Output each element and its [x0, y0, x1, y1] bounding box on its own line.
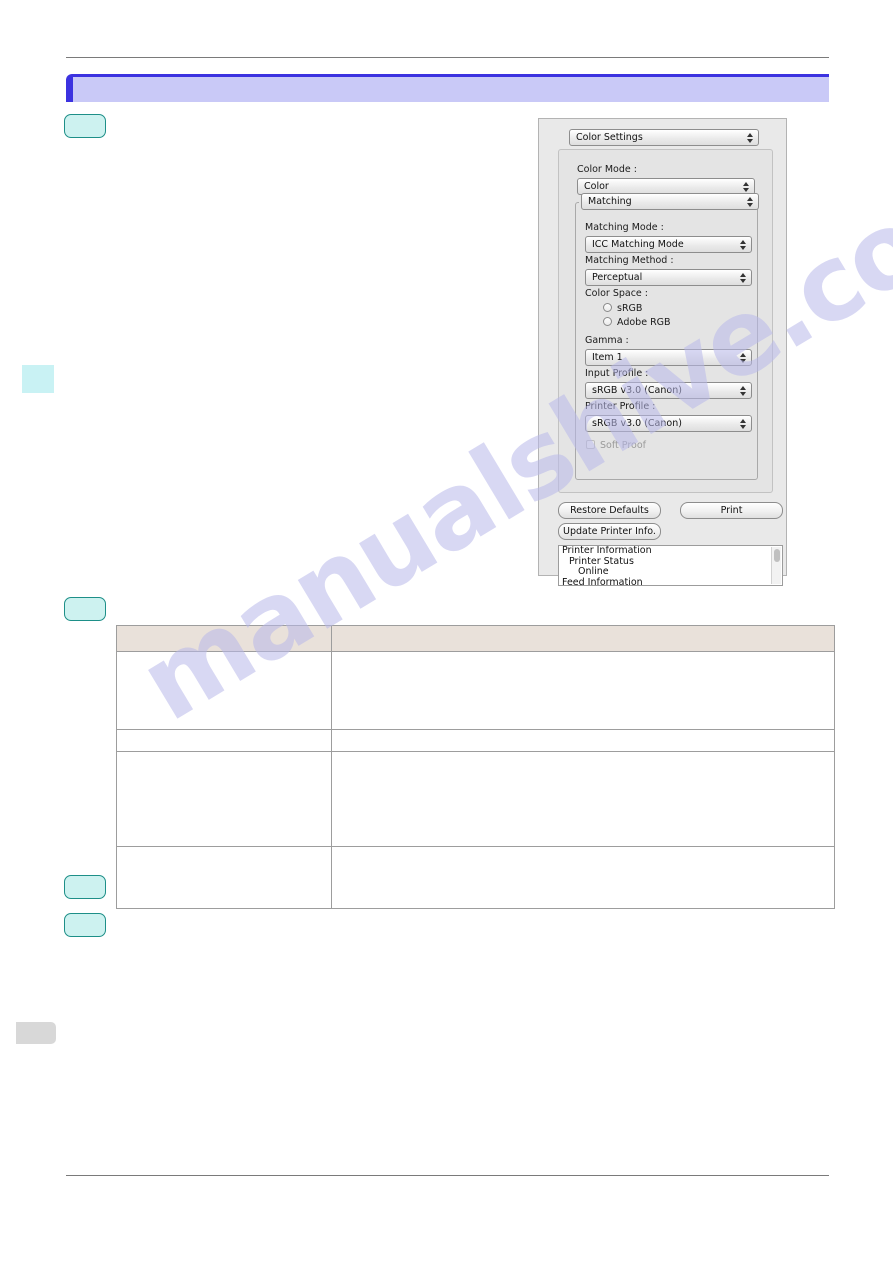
table-cell: [116, 729, 332, 752]
matching-method-popup[interactable]: Perceptual: [585, 269, 752, 286]
print-dialog: Color Settings Color Mode : Color Matchi…: [538, 118, 787, 586]
matching-method-value: Perceptual: [592, 272, 643, 283]
printer-profile-value: sRGB v3.0 (Canon): [592, 418, 682, 429]
updown-arrows-icon: [740, 352, 747, 364]
color-mode-value: Color: [584, 181, 609, 192]
step-badge-2: [64, 597, 106, 621]
checkbox-icon: [586, 440, 595, 449]
table-cell: [331, 651, 835, 730]
printer-info-line: Printer Information: [562, 545, 652, 556]
scrollbar-thumb[interactable]: [773, 549, 780, 562]
pane-selector-value: Color Settings: [576, 132, 643, 143]
section-heading-title: [73, 77, 829, 85]
soft-proof-checkbox: Soft Proof: [586, 440, 646, 451]
updown-arrows-icon: [740, 239, 747, 251]
updown-arrows-icon: [743, 181, 750, 193]
table-cell: [116, 751, 332, 847]
color-space-radio-srgb[interactable]: sRGB: [603, 303, 642, 314]
soft-proof-label: Soft Proof: [600, 440, 646, 451]
matching-mode-popup[interactable]: ICC Matching Mode: [585, 236, 752, 253]
print-button[interactable]: Print: [680, 502, 783, 519]
table-row: [116, 729, 835, 752]
gamma-label: Gamma :: [585, 335, 629, 346]
table-cell: [116, 846, 332, 909]
matching-popup-value: Matching: [588, 196, 632, 207]
updown-arrows-icon: [747, 196, 754, 208]
color-space-label: Color Space :: [585, 288, 648, 299]
printer-information-list[interactable]: Printer Information Printer Status Onlin…: [558, 545, 783, 586]
table-cell: [116, 651, 332, 730]
page-top-rule: [66, 57, 829, 58]
table-header-row: [116, 625, 835, 652]
updown-arrows-icon: [740, 385, 747, 397]
table-row: [116, 846, 835, 909]
restore-defaults-button[interactable]: Restore Defaults: [558, 502, 661, 519]
matching-mode-value: ICC Matching Mode: [592, 239, 684, 250]
table-header-cell: [331, 625, 835, 652]
radio-button-icon: [603, 303, 612, 312]
table-header-cell: [116, 625, 332, 652]
step-badge-3: [64, 875, 106, 899]
page-bottom-rule: [66, 1175, 829, 1176]
step-badge-1: [64, 114, 106, 138]
color-space-radio-adobergb[interactable]: Adobe RGB: [603, 317, 671, 328]
input-profile-label: Input Profile :: [585, 368, 649, 379]
printer-profile-label: Printer Profile :: [585, 401, 656, 412]
gamma-popup[interactable]: Item 1: [585, 349, 752, 366]
color-space-srgb-label: sRGB: [617, 303, 643, 314]
gamma-value: Item 1: [592, 352, 623, 363]
updown-arrows-icon: [740, 272, 747, 284]
table-cell: [331, 729, 835, 752]
table-row: [116, 751, 835, 847]
pane-selector-popup[interactable]: Color Settings: [569, 129, 759, 146]
radio-button-icon: [603, 317, 612, 326]
margin-tab-chapter: [22, 365, 54, 393]
input-profile-value: sRGB v3.0 (Canon): [592, 385, 682, 396]
margin-tab-page-number: [16, 1022, 56, 1044]
color-settings-panel: Color Mode : Color Matching Matching Mod…: [558, 149, 773, 493]
matching-popup[interactable]: Matching: [581, 193, 759, 210]
printer-profile-popup[interactable]: sRGB v3.0 (Canon): [585, 415, 752, 432]
section-heading-banner: [66, 74, 829, 102]
update-printer-info-button[interactable]: Update Printer Info.: [558, 523, 661, 540]
printer-info-scrollbar[interactable]: [771, 547, 781, 584]
matching-method-label: Matching Method :: [585, 255, 674, 266]
spec-table: [116, 625, 835, 909]
updown-arrows-icon: [747, 132, 754, 144]
table-cell: [331, 846, 835, 909]
step-badge-4: [64, 913, 106, 937]
matching-mode-label: Matching Mode :: [585, 222, 664, 233]
table-row: [116, 651, 835, 730]
printer-info-line: Online: [578, 566, 609, 577]
table-cell: [331, 751, 835, 847]
input-profile-popup[interactable]: sRGB v3.0 (Canon): [585, 382, 752, 399]
updown-arrows-icon: [740, 418, 747, 430]
color-mode-label: Color Mode :: [577, 164, 637, 175]
color-space-adobergb-label: Adobe RGB: [617, 317, 671, 328]
printer-info-line: Feed Information: [562, 576, 643, 586]
